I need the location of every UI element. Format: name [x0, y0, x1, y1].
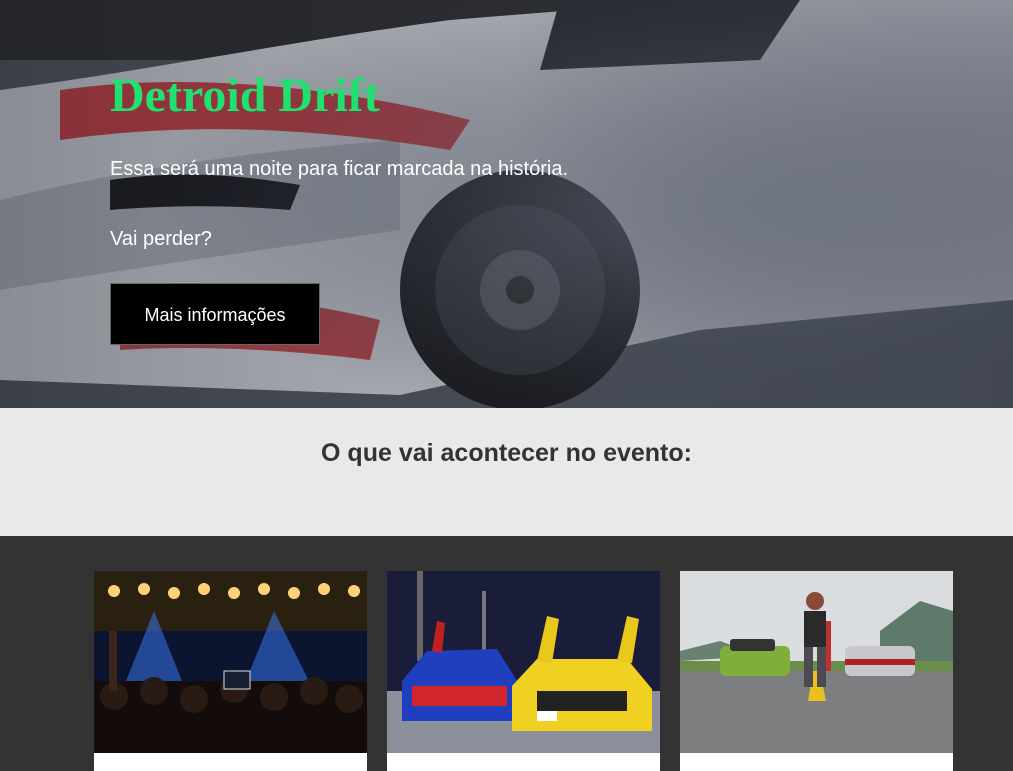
- muscle-cars-image: [680, 571, 953, 753]
- hero-content: Detroid Drift Essa será uma noite para f…: [110, 68, 710, 345]
- event-cards: [0, 536, 1013, 771]
- event-card-concert[interactable]: [94, 571, 367, 771]
- section-heading: O que vai acontecer no evento:: [321, 439, 692, 467]
- tuned-cars-image: [387, 571, 660, 753]
- concert-crowd-image: [94, 571, 367, 753]
- hero-banner: Detroid Drift Essa será uma noite para f…: [0, 0, 1013, 408]
- hero-question: Vai perder?: [110, 228, 212, 250]
- event-section-header: O que vai acontecer no evento:: [0, 408, 1013, 536]
- event-card-tuned-cars[interactable]: [387, 571, 660, 771]
- event-card-muscle-cars[interactable]: [680, 571, 953, 771]
- more-info-button[interactable]: Mais informações: [110, 283, 320, 345]
- hero-tagline: Essa será uma noite para ficar marcada n…: [110, 158, 568, 180]
- hero-title: Detroid Drift: [110, 69, 380, 122]
